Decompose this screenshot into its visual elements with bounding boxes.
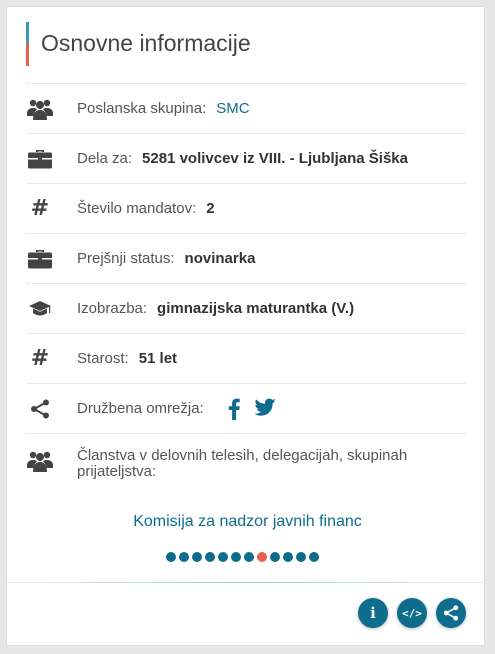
memberships-label: Članstva v delovnih telesih, delegacijah… bbox=[77, 447, 408, 480]
title-accent-bar bbox=[26, 22, 29, 66]
committee-link[interactable]: Komisija za nadzor javnih financ bbox=[0, 513, 495, 531]
row-age: # Starost: 51 let bbox=[26, 333, 466, 383]
card-title: Osnovne informacije bbox=[41, 30, 251, 56]
carousel-dot[interactable] bbox=[231, 552, 241, 562]
previous-status-label: Prejšnji status: bbox=[77, 250, 175, 267]
row-mandates: # Število mandatov: 2 bbox=[26, 183, 466, 233]
share-icon bbox=[443, 605, 459, 621]
row-previous-status: Prejšnji status: novinarka bbox=[26, 233, 466, 283]
age-label: Starost: bbox=[77, 350, 129, 367]
embed-code-icon: </> bbox=[402, 606, 422, 620]
education-label: Izobrazba: bbox=[77, 300, 148, 317]
carousel-dot[interactable] bbox=[179, 552, 189, 562]
row-education: Izobrazba: gimnazijska maturantka (V.) bbox=[26, 283, 466, 333]
carousel-dot[interactable] bbox=[257, 552, 267, 562]
share-icon bbox=[26, 384, 54, 433]
twitter-icon[interactable] bbox=[250, 398, 276, 419]
carousel-dot[interactable] bbox=[218, 552, 228, 562]
hash-icon: # bbox=[30, 196, 50, 221]
share-button[interactable] bbox=[436, 598, 466, 628]
carousel-dots bbox=[166, 552, 322, 562]
info-button[interactable]: i bbox=[358, 598, 388, 628]
group-icon bbox=[26, 446, 54, 476]
education-value: gimnazijska maturantka (V.) bbox=[157, 300, 355, 317]
carousel-dot[interactable] bbox=[283, 552, 293, 562]
carousel-dot[interactable] bbox=[166, 552, 176, 562]
carousel-dot[interactable] bbox=[309, 552, 319, 562]
row-social: Družbena omrežja: bbox=[26, 383, 466, 433]
age-value: 51 let bbox=[138, 350, 178, 367]
mandates-label: Število mandatov: bbox=[77, 200, 197, 217]
party-link[interactable]: SMC bbox=[216, 100, 249, 117]
carousel-dot[interactable] bbox=[270, 552, 280, 562]
party-label: Poslanska skupina: bbox=[77, 100, 207, 117]
row-memberships: Članstva v delovnih telesih, delegacijah… bbox=[26, 433, 466, 480]
row-works-for: Dela za: 5281 volivcev iz VIII. - Ljublj… bbox=[26, 133, 466, 183]
facebook-icon[interactable] bbox=[228, 398, 240, 420]
carousel-dot[interactable] bbox=[192, 552, 202, 562]
info-list: Poslanska skupina: SMC Dela za: 5281 vol… bbox=[26, 83, 466, 480]
briefcase-icon bbox=[26, 234, 54, 283]
works-for-value: 5281 volivcev iz VIII. - Ljubljana Šiška bbox=[142, 150, 408, 167]
works-for-label: Dela za: bbox=[77, 150, 133, 167]
embed-button[interactable]: </> bbox=[397, 598, 427, 628]
group-icon bbox=[26, 84, 54, 133]
social-links bbox=[218, 398, 276, 420]
briefcase-icon bbox=[26, 134, 54, 183]
footer-divider bbox=[6, 582, 485, 583]
social-label: Družbena omrežja: bbox=[77, 400, 204, 417]
carousel-dot[interactable] bbox=[244, 552, 254, 562]
row-party: Poslanska skupina: SMC bbox=[26, 83, 466, 133]
mandates-value: 2 bbox=[206, 200, 215, 217]
graduation-cap-icon bbox=[26, 284, 54, 333]
info-icon: i bbox=[370, 604, 376, 622]
carousel-dot[interactable] bbox=[205, 552, 215, 562]
carousel-dot[interactable] bbox=[296, 552, 306, 562]
previous-status-value: novinarka bbox=[184, 250, 256, 267]
hash-icon: # bbox=[30, 346, 50, 371]
